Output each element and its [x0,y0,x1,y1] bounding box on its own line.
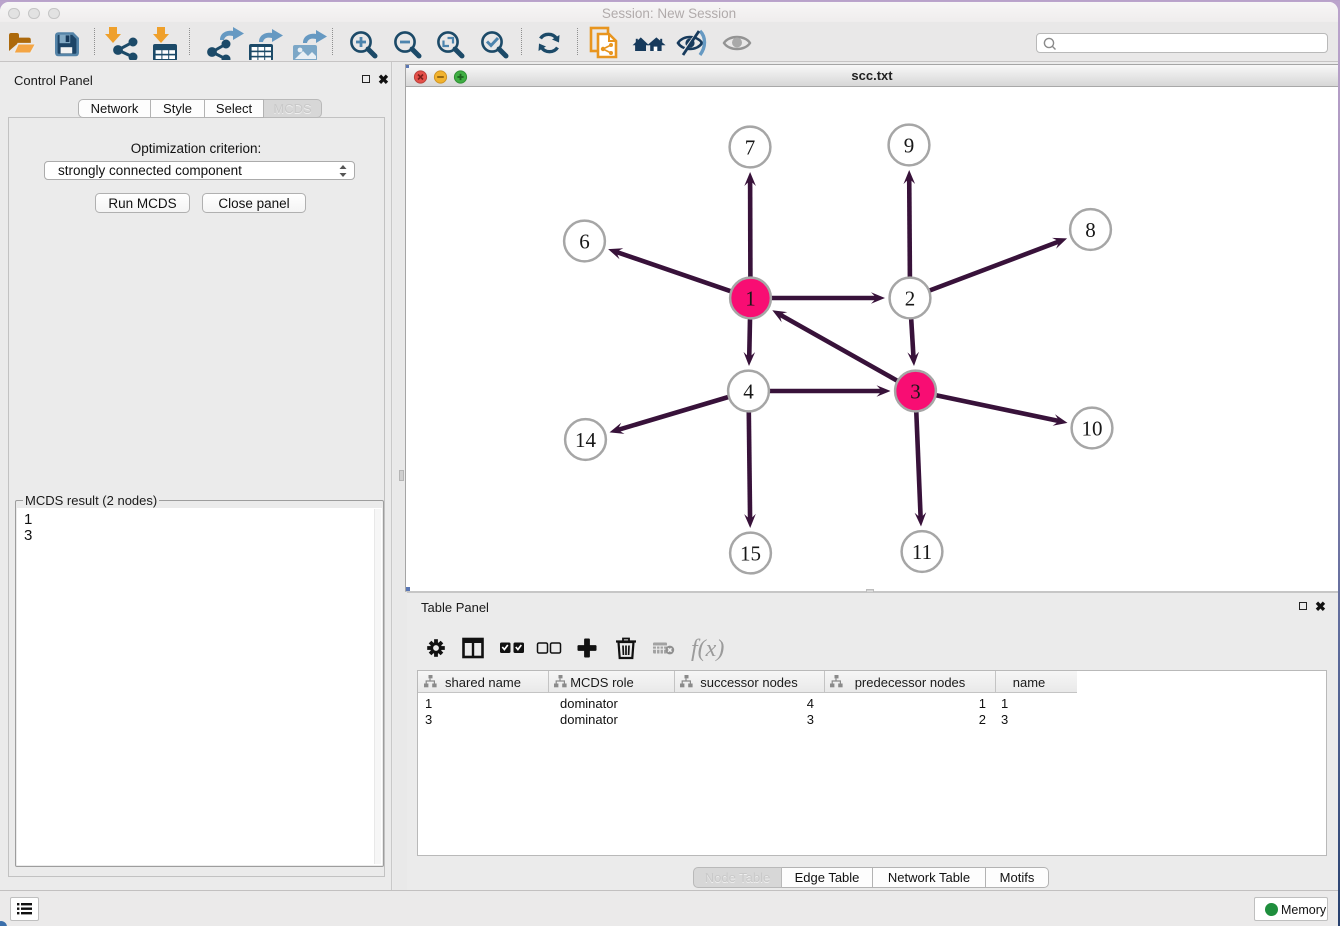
svg-text:11: 11 [912,540,932,564]
svg-text:f(x): f(x) [691,636,724,662]
svg-text:7: 7 [745,136,756,160]
svg-text:10: 10 [1082,417,1103,441]
svg-text:9: 9 [904,134,915,158]
svg-text:1: 1 [745,287,756,311]
svg-text:14: 14 [575,428,597,452]
svg-text:15: 15 [740,542,761,566]
svg-text:6: 6 [579,230,590,254]
svg-text:3: 3 [910,380,921,404]
svg-text:4: 4 [743,380,754,404]
svg-text:2: 2 [905,287,916,311]
svg-text:8: 8 [1085,218,1096,242]
